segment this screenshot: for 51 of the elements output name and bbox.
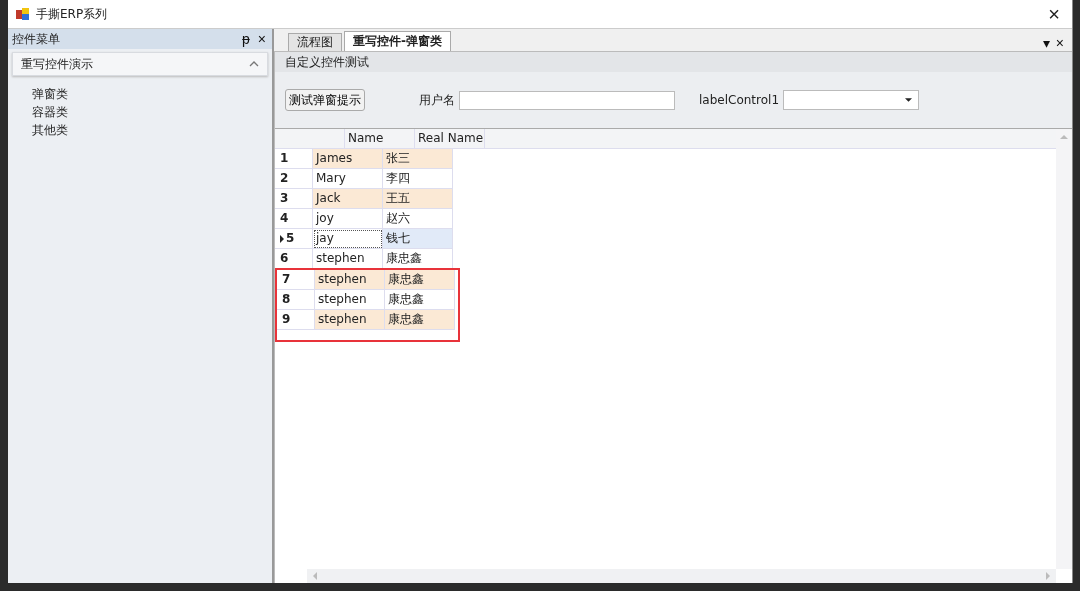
scroll-up-icon[interactable] [1060, 135, 1068, 139]
dropdown-caret-icon [905, 98, 913, 102]
table-cell: jay [313, 229, 383, 249]
username-label: 用户名 [419, 91, 455, 109]
row-number: 5 [286, 230, 295, 247]
window-title: 手撕ERP系列 [36, 5, 109, 23]
panel-title: 控件菜单 [12, 30, 61, 48]
row-number[interactable]: 4 [275, 209, 313, 229]
row-number[interactable]: 7 [277, 270, 315, 290]
close-button[interactable]: × [1044, 4, 1064, 24]
column-header[interactable]: Name [345, 129, 415, 149]
table-cell: 康忠鑫 [383, 249, 453, 269]
tab[interactable]: 重写控件-弹窗类 [344, 31, 451, 51]
panel-close-button[interactable]: × [255, 31, 268, 47]
table-cell: Jack [313, 189, 383, 209]
test-popup-button[interactable]: 测试弹窗提示 [285, 89, 365, 111]
vertical-scrollbar[interactable] [1056, 129, 1072, 569]
menu-item[interactable]: 弹窗类 [32, 85, 68, 103]
row-number[interactable]: 3 [275, 189, 313, 209]
row-header[interactable]: 5 [275, 229, 313, 249]
table-cell: James [313, 149, 383, 169]
table-cell: 钱七 [383, 229, 453, 249]
group-title: 自定义控件测试 [275, 52, 1072, 72]
combo-label: labelControl1 [699, 93, 780, 107]
pin-button[interactable]: ᵽ [240, 31, 252, 47]
group-label: 重写控件演示 [21, 55, 93, 73]
menu-item[interactable]: 容器类 [32, 103, 68, 121]
table-cell: stephen [315, 310, 385, 330]
app-icon [16, 7, 30, 21]
table-cell: stephen [315, 270, 385, 290]
column-header[interactable]: Real Name [415, 129, 485, 149]
tab-close-button[interactable]: × [1053, 35, 1066, 51]
table-cell: 康忠鑫 [385, 310, 455, 330]
tab-menu-button[interactable]: ▾ [1040, 35, 1052, 51]
combo-box[interactable] [783, 90, 920, 110]
scroll-right-icon[interactable] [1046, 572, 1050, 580]
table-cell: 张三 [383, 149, 453, 169]
collapse-chevron-icon [249, 61, 259, 67]
table-cell: 康忠鑫 [385, 270, 455, 290]
username-field[interactable] [459, 90, 675, 110]
row-number[interactable]: 1 [275, 149, 313, 169]
menu-item[interactable]: 其他类 [32, 121, 68, 139]
table-cell: stephen [313, 249, 383, 269]
horizontal-scrollbar[interactable] [307, 569, 1056, 583]
scroll-left-icon[interactable] [313, 572, 317, 580]
row-number[interactable]: 8 [277, 290, 315, 310]
group-header[interactable]: 重写控件演示 [12, 52, 268, 76]
tab[interactable]: 流程图 [288, 33, 342, 51]
row-number[interactable]: 2 [275, 169, 313, 189]
table-cell: 王五 [383, 189, 453, 209]
row-number[interactable]: 9 [277, 310, 315, 330]
